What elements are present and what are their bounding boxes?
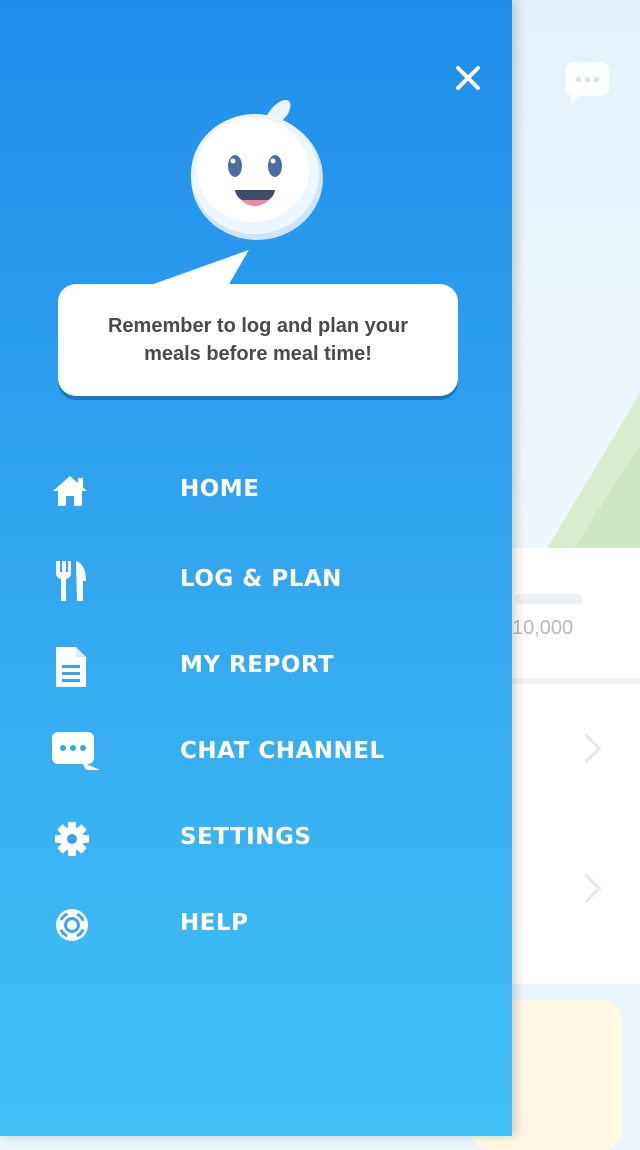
menu-item-settings[interactable]: SETTINGS — [0, 805, 512, 869]
menu-label-my-report: MY REPORT — [180, 652, 335, 678]
steps-progress-bar — [515, 594, 583, 604]
chevron-right-icon[interactable] — [571, 733, 602, 764]
navigation-drawer: Remember to log and plan your meals befo… — [0, 0, 512, 1136]
home-icon — [50, 469, 106, 513]
reminder-message: Remember to log and plan your meals befo… — [58, 284, 458, 396]
fork-knife-icon — [50, 559, 106, 603]
mountain-illustration — [560, 430, 640, 548]
speech-bubble-tail — [148, 250, 249, 286]
menu-item-home[interactable]: HOME — [0, 457, 512, 521]
steps-goal: 10,000 — [512, 617, 574, 639]
menu-label-chat-channel: CHAT CHANNEL — [180, 738, 385, 764]
menu-item-my-report[interactable]: MY REPORT — [0, 633, 512, 697]
lifebuoy-icon — [50, 903, 106, 947]
close-button[interactable] — [450, 60, 486, 96]
menu-item-help[interactable]: HELP — [0, 891, 512, 955]
menu-label-help: HELP — [180, 910, 249, 936]
menu-item-chat-channel[interactable]: CHAT CHANNEL — [0, 719, 512, 783]
mascot-icon — [191, 99, 323, 240]
gear-icon — [50, 817, 106, 861]
close-icon — [456, 66, 480, 90]
reminder-text: Remember to log and plan your meals befo… — [107, 315, 409, 365]
chevron-right-icon[interactable] — [571, 873, 602, 904]
menu-item-log-plan[interactable]: LOG & PLAN — [0, 547, 512, 611]
menu-label-log-plan: LOG & PLAN — [180, 566, 342, 592]
menu-label-home: HOME — [180, 476, 260, 502]
document-icon — [50, 645, 106, 689]
menu-label-settings: SETTINGS — [180, 824, 312, 850]
chat-icon — [50, 731, 106, 775]
chat-bubble-icon[interactable] — [565, 62, 609, 104]
